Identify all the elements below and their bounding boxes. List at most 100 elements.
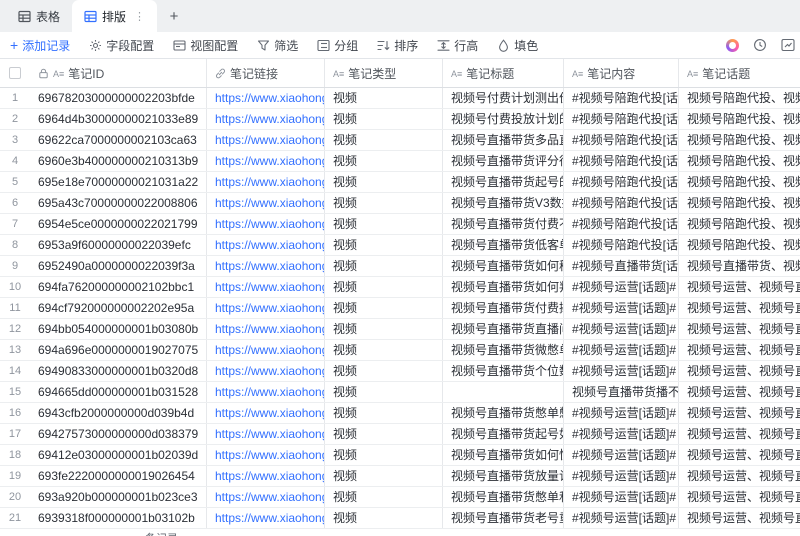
history-clock-icon[interactable]	[753, 38, 767, 52]
note-link-cell[interactable]: https://www.xiaohongs...	[207, 403, 325, 423]
note-link-cell[interactable]: https://www.xiaohongs...	[207, 109, 325, 129]
note-link-cell[interactable]: https://www.xiaohongs...	[207, 256, 325, 276]
column-header-note-title[interactable]: 笔记标题	[443, 59, 564, 87]
note-id-cell[interactable]: 6954e5ce0000000022021799	[30, 214, 207, 234]
column-header-note-content[interactable]: 笔记内容	[564, 59, 679, 87]
note-link-cell[interactable]: https://www.xiaohongs...	[207, 277, 325, 297]
note-topic-cell[interactable]: 视频号陪跑代投、视频...	[679, 214, 800, 234]
note-title-cell[interactable]: 视频号直播带货付费不...	[443, 214, 564, 234]
table-row[interactable]: 2 6964d4b30000000021033e89 https://www.x…	[0, 109, 800, 130]
note-id-cell[interactable]: 69678203000000002203bfde	[30, 88, 207, 108]
table-row[interactable]: 1 69678203000000002203bfde https://www.x…	[0, 88, 800, 109]
note-id-cell[interactable]: 693a920b000000001b023ce3	[30, 487, 207, 507]
note-id-cell[interactable]: 6952490a0000000022039f3a	[30, 256, 207, 276]
group-button[interactable]: 分组	[317, 37, 358, 54]
note-link-cell[interactable]: https://www.xiaohongs...	[207, 319, 325, 339]
column-header-note-type[interactable]: 笔记类型	[325, 59, 443, 87]
note-title-cell[interactable]: 视频号付费投放计划的...	[443, 109, 564, 129]
note-title-cell[interactable]: 视频号直播带货低客单...	[443, 235, 564, 255]
note-type-cell[interactable]: 视频	[325, 445, 443, 465]
note-type-cell[interactable]: 视频	[325, 487, 443, 507]
note-content-cell[interactable]: #视频号陪跑代投[话题]...	[564, 214, 679, 234]
note-id-cell[interactable]: 6943cfb2000000000d039b4d	[30, 403, 207, 423]
note-id-cell[interactable]: 6960e3b400000000210313b9	[30, 151, 207, 171]
table-row[interactable]: 20 693a920b000000001b023ce3 https://www.…	[0, 487, 800, 508]
note-title-cell[interactable]	[443, 382, 564, 402]
note-title-cell[interactable]: 视频号直播带货起号的...	[443, 172, 564, 192]
note-topic-cell[interactable]: 视频号陪跑代投、视频...	[679, 235, 800, 255]
note-type-cell[interactable]: 视频	[325, 424, 443, 444]
note-link-cell[interactable]: https://www.xiaohongs...	[207, 88, 325, 108]
view-config-button[interactable]: 视图配置	[173, 37, 238, 54]
note-content-cell[interactable]: #视频号直播带货[话题]...	[564, 256, 679, 276]
note-content-cell[interactable]: #视频号陪跑代投[话题]...	[564, 130, 679, 150]
note-type-cell[interactable]: 视频	[325, 109, 443, 129]
note-id-cell[interactable]: 694cf792000000002202e95a	[30, 298, 207, 318]
note-type-cell[interactable]: 视频	[325, 466, 443, 486]
note-id-cell[interactable]: 6964d4b30000000021033e89	[30, 109, 207, 129]
note-title-cell[interactable]: 视频号直播带货付费撬...	[443, 298, 564, 318]
tab-table[interactable]: 表格	[6, 0, 72, 32]
note-link-cell[interactable]: https://www.xiaohongs...	[207, 424, 325, 444]
note-type-cell[interactable]: 视频	[325, 340, 443, 360]
note-id-cell[interactable]: 694bb054000000001b03080b	[30, 319, 207, 339]
field-config-button[interactable]: 字段配置	[89, 37, 154, 54]
note-link-cell[interactable]: https://www.xiaohongs...	[207, 193, 325, 213]
note-type-cell[interactable]: 视频	[325, 256, 443, 276]
note-topic-cell[interactable]: 视频号运营、视频号直...	[679, 508, 800, 528]
automation-icon[interactable]	[726, 38, 739, 52]
column-header-note-id[interactable]: 笔记ID	[30, 59, 207, 87]
note-type-cell[interactable]: 视频	[325, 193, 443, 213]
note-type-cell[interactable]: 视频	[325, 361, 443, 381]
note-type-cell[interactable]: 视频	[325, 277, 443, 297]
note-title-cell[interactable]: 视频号直播带货如何判...	[443, 277, 564, 297]
note-link-cell[interactable]: https://www.xiaohongs...	[207, 340, 325, 360]
table-row[interactable]: 10 694fa762000000002102bbc1 https://www.…	[0, 277, 800, 298]
add-view-button[interactable]	[157, 0, 191, 32]
note-content-cell[interactable]: #视频号陪跑代投[话题]...	[564, 193, 679, 213]
tab-more-icon[interactable]	[134, 10, 145, 23]
note-content-cell[interactable]: #视频号运营[话题]# #...	[564, 445, 679, 465]
note-content-cell[interactable]: #视频号陪跑代投[话题]...	[564, 172, 679, 192]
note-type-cell[interactable]: 视频	[325, 508, 443, 528]
note-content-cell[interactable]: #视频号陪跑代投[话题]...	[564, 151, 679, 171]
note-id-cell[interactable]: 695e18e70000000021031a22	[30, 172, 207, 192]
note-id-cell[interactable]: 6953a9f60000000022039efc	[30, 235, 207, 255]
note-topic-cell[interactable]: 视频号运营、视频号直...	[679, 340, 800, 360]
note-id-cell[interactable]: 694fa762000000002102bbc1	[30, 277, 207, 297]
note-id-cell[interactable]: 695a43c70000000022008806	[30, 193, 207, 213]
note-topic-cell[interactable]: 视频号直播带货、视频...	[679, 256, 800, 276]
note-topic-cell[interactable]: 视频号运营、视频号直...	[679, 277, 800, 297]
note-id-cell[interactable]: 693fe2220000000019026454	[30, 466, 207, 486]
note-topic-cell[interactable]: 视频号陪跑代投、视频...	[679, 130, 800, 150]
table-row[interactable]: 8 6953a9f60000000022039efc https://www.x…	[0, 235, 800, 256]
note-link-cell[interactable]: https://www.xiaohongs...	[207, 235, 325, 255]
note-topic-cell[interactable]: 视频号运营、视频号直...	[679, 298, 800, 318]
note-type-cell[interactable]: 视频	[325, 130, 443, 150]
column-header-note-link[interactable]: 笔记链接	[207, 59, 325, 87]
table-row[interactable]: 21 6939318f000000001b03102b https://www.…	[0, 508, 800, 529]
note-topic-cell[interactable]: 视频号陪跑代投、视频...	[679, 88, 800, 108]
sort-button[interactable]: 排序	[377, 37, 418, 54]
select-all-checkbox[interactable]	[9, 67, 21, 79]
note-title-cell[interactable]: 视频号直播带货憋单憋...	[443, 403, 564, 423]
note-title-cell[interactable]: 视频号直播带货多品直...	[443, 130, 564, 150]
table-row[interactable]: 12 694bb054000000001b03080b https://www.…	[0, 319, 800, 340]
note-id-cell[interactable]: 69490833000000001b0320d8	[30, 361, 207, 381]
note-id-cell[interactable]: 69412e03000000001b02039d	[30, 445, 207, 465]
table-row[interactable]: 19 693fe2220000000019026454 https://www.…	[0, 466, 800, 487]
note-id-cell[interactable]: 6939318f000000001b03102b	[30, 508, 207, 528]
note-id-cell[interactable]: 69622ca7000000002103ca63	[30, 130, 207, 150]
note-link-cell[interactable]: https://www.xiaohongs...	[207, 361, 325, 381]
note-topic-cell[interactable]: 视频号运营、视频号直...	[679, 445, 800, 465]
note-type-cell[interactable]: 视频	[325, 298, 443, 318]
note-topic-cell[interactable]: 视频号运营、视频号直...	[679, 403, 800, 423]
note-link-cell[interactable]: https://www.xiaohongs...	[207, 487, 325, 507]
note-topic-cell[interactable]: 视频号陪跑代投、视频...	[679, 151, 800, 171]
table-row[interactable]: 6 695a43c70000000022008806 https://www.x…	[0, 193, 800, 214]
note-link-cell[interactable]: https://www.xiaohongs...	[207, 466, 325, 486]
note-topic-cell[interactable]: 视频号运营、视频号直...	[679, 361, 800, 381]
note-content-cell[interactable]: #视频号运营[话题]# #...	[564, 277, 679, 297]
note-title-cell[interactable]: 视频号直播带货如何稳...	[443, 256, 564, 276]
table-row[interactable]: 16 6943cfb2000000000d039b4d https://www.…	[0, 403, 800, 424]
